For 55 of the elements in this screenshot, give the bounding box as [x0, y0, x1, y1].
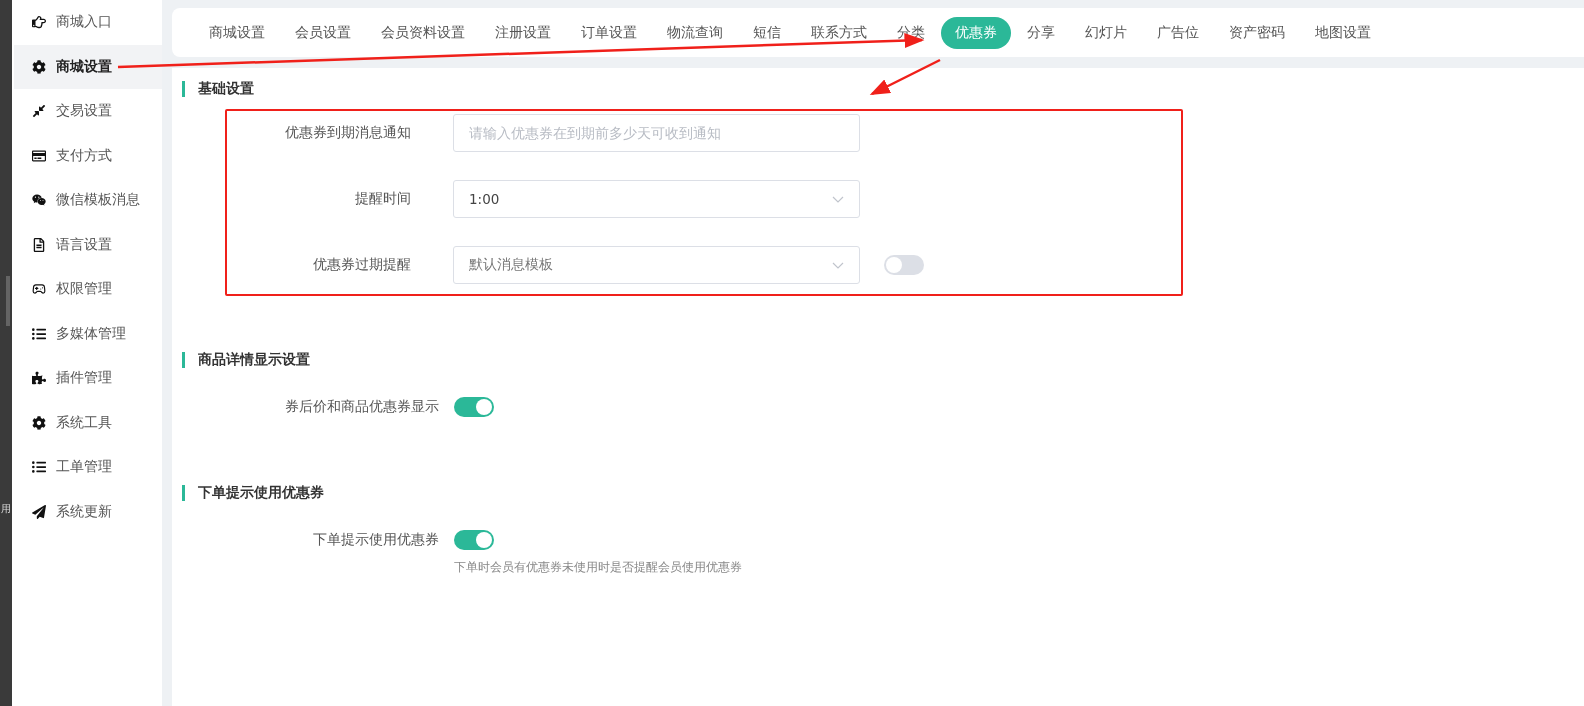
- sidebar-item[interactable]: 商城入口: [14, 0, 162, 45]
- pointing-hand-icon: [32, 15, 46, 30]
- sidebar-item[interactable]: 系统更新: [14, 489, 162, 534]
- sidebar-item[interactable]: 交易设置: [14, 89, 162, 134]
- paper-plane-icon: [32, 504, 46, 519]
- input-field[interactable]: 请输入优惠券在到期前多少天可收到通知: [453, 114, 860, 152]
- chat-bubbles-icon: [32, 193, 46, 208]
- toggle-switch[interactable]: [884, 255, 924, 275]
- tab[interactable]: 物流查询: [653, 16, 737, 49]
- field-label: 优惠券到期消息通知: [284, 124, 411, 142]
- sidebar-item[interactable]: 工单管理: [14, 445, 162, 490]
- tab[interactable]: 会员设置: [281, 16, 365, 49]
- sidebar-item[interactable]: 支付方式: [14, 133, 162, 178]
- sidebar-item[interactable]: 语言设置: [14, 222, 162, 267]
- select-field[interactable]: 1:00: [453, 180, 860, 218]
- field-label: 券后价和商品优惠券显示: [284, 398, 439, 416]
- arrows-icon: [32, 104, 46, 119]
- tab[interactable]: 广告位: [1143, 16, 1213, 49]
- sidebar-item[interactable]: 插件管理: [14, 356, 162, 401]
- card-icon: [32, 148, 46, 163]
- sidebar-item[interactable]: 权限管理: [14, 267, 162, 312]
- tab[interactable]: 订单设置: [567, 16, 651, 49]
- tab[interactable]: 注册设置: [481, 16, 565, 49]
- edge-text: 用: [1, 502, 11, 516]
- list-icon: [32, 460, 46, 475]
- list-icon: [32, 326, 46, 341]
- hint-text: 下单时会员有优惠券未使用时是否提醒会员使用优惠券: [454, 560, 742, 575]
- chevron-down-icon: [832, 261, 844, 269]
- chevron-down-icon: [832, 195, 844, 203]
- settings-icon: [32, 415, 46, 430]
- sidebar-item[interactable]: 系统工具: [14, 400, 162, 445]
- toggle-switch[interactable]: [454, 397, 494, 417]
- tab[interactable]: 会员资料设置: [367, 16, 479, 49]
- tab[interactable]: 短信: [739, 16, 795, 49]
- document-icon: [32, 237, 46, 252]
- tab[interactable]: 地图设置: [1301, 16, 1385, 49]
- tab[interactable]: 联系方式: [797, 16, 881, 49]
- puzzle-icon: [32, 371, 46, 386]
- settings-icon: [32, 59, 46, 74]
- field-label: 优惠券过期提醒: [312, 256, 411, 274]
- sidebar-item[interactable]: 微信模板消息: [14, 178, 162, 223]
- section-title: 基础设置: [198, 80, 254, 98]
- field-label: 提醒时间: [354, 190, 411, 208]
- sidebar-item[interactable]: 多媒体管理: [14, 311, 162, 356]
- tab[interactable]: 分享: [1013, 16, 1069, 49]
- section-title: 商品详情显示设置: [198, 351, 310, 369]
- sidebar-item[interactable]: 商城设置: [14, 44, 162, 89]
- tab[interactable]: 商城设置: [195, 16, 279, 49]
- section-title: 下单提示使用优惠券: [198, 484, 324, 502]
- toggle-switch[interactable]: [454, 530, 494, 550]
- tab[interactable]: 幻灯片: [1071, 16, 1141, 49]
- field-label: 下单提示使用优惠券: [312, 531, 439, 549]
- tab[interactable]: 资产密码: [1215, 16, 1299, 49]
- select-field[interactable]: 默认消息模板: [453, 246, 860, 284]
- gamepad-icon: [32, 282, 46, 297]
